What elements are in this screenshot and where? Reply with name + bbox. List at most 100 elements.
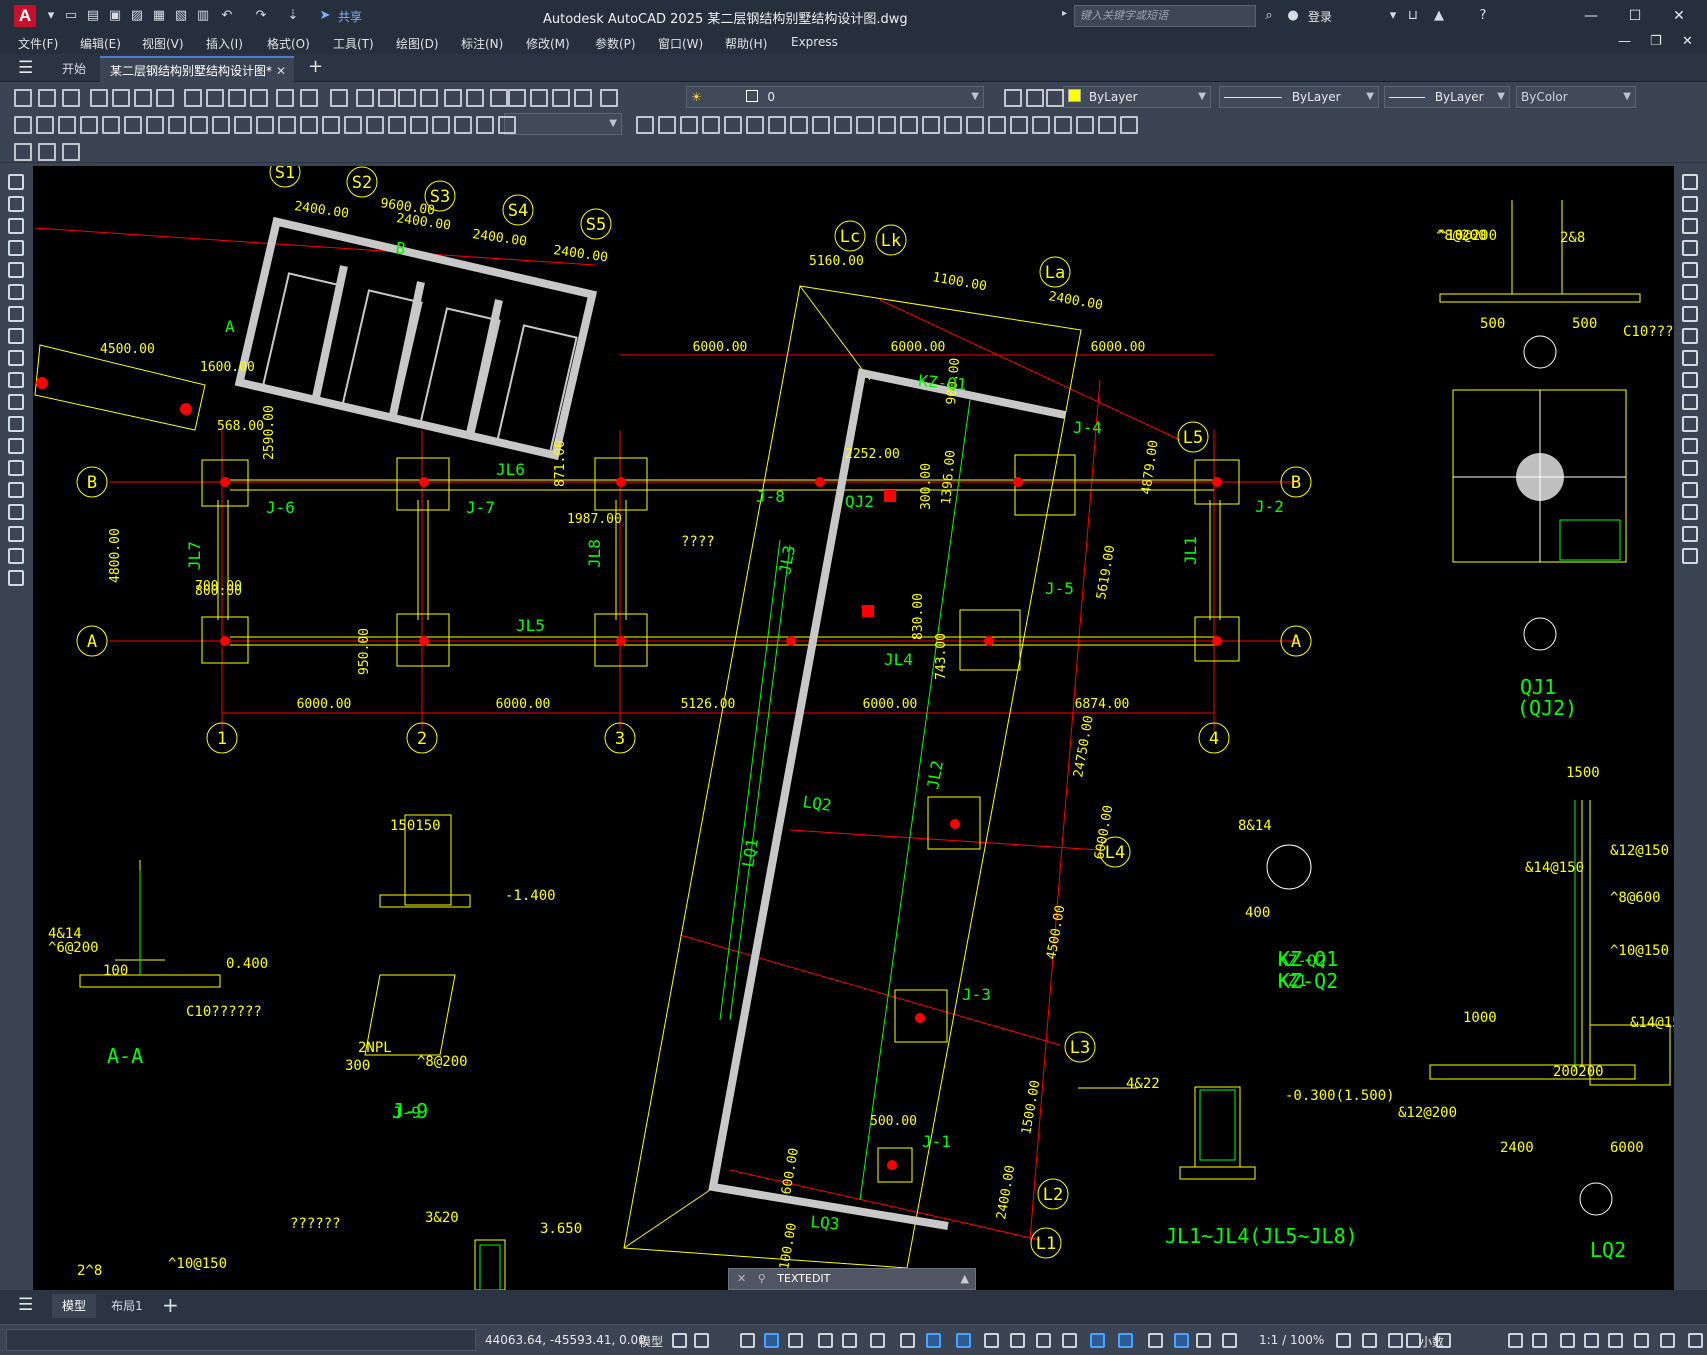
status-toggle-icon-20[interactable] [1196,1333,1211,1348]
draw-tool-icon-13[interactable] [8,438,24,454]
maximize-button[interactable]: ☐ [1622,4,1648,28]
dimension-tool-icon-14[interactable] [300,116,318,134]
save-web-icon[interactable]: ▧ [172,7,190,25]
status-toggle-icon-22[interactable] [1336,1333,1351,1348]
draw-tool-icon-2[interactable] [8,196,24,212]
solid-tool-icon-15[interactable] [944,116,962,134]
standard-tool-icon-23[interactable] [530,89,548,107]
solid-tool-icon-4[interactable] [702,116,720,134]
modify-tool-icon-4[interactable] [1682,240,1698,256]
toolbar-sheet-icon[interactable] [38,143,56,161]
dimension-tool-icon-19[interactable] [410,116,428,134]
modify-tool-icon-2[interactable] [1682,196,1698,212]
app-menu-chevron-icon[interactable]: ▾ [42,7,60,25]
standard-tool-icon-26[interactable] [600,89,618,107]
standard-tool-icon-19[interactable] [444,89,462,107]
toolbar-edit-icon[interactable] [14,143,32,161]
draw-tool-icon-8[interactable] [8,328,24,344]
draw-tool-icon-18[interactable] [8,548,24,564]
solid-tool-icon-13[interactable] [900,116,918,134]
tab-document[interactable]: 某二层钢结构别墅结构设计图* ✕ [100,56,294,82]
dimension-tool-icon-21[interactable] [454,116,472,134]
menu-modify[interactable]: 修改(M) [526,35,570,52]
new-tab-plus-icon[interactable]: + [308,56,323,77]
dimension-tool-icon-8[interactable] [168,116,186,134]
status-toggle-icon-31[interactable] [1608,1333,1623,1348]
status-toggle-icon-23[interactable] [1362,1333,1377,1348]
dimension-tool-icon-11[interactable] [234,116,252,134]
drawing-canvas[interactable]: S1 S2 S3 S4 S5 1 2 3 4 B B A A Lc Lk La L5 L4 L3 L2 L1 6000.0… [33,166,1674,1290]
status-toggle-icon-3[interactable] [740,1333,755,1348]
lineweight-dropdown[interactable]: ByLayer ▼ [1384,86,1510,108]
status-toggle-icon-18[interactable] [1148,1333,1163,1348]
solid-tool-icon-6[interactable] [746,116,764,134]
status-toggle-icon-21[interactable] [1222,1333,1237,1348]
modify-tool-icon-9[interactable] [1682,350,1698,366]
menu-tools[interactable]: 工具(T) [333,35,374,52]
toolbar-layers-icon[interactable] [62,143,80,161]
solid-tool-icon-18[interactable] [1010,116,1028,134]
store-cart-icon[interactable]: ⊔ [1404,7,1422,25]
draw-tool-icon-15[interactable] [8,482,24,498]
undo-icon[interactable]: ↶ [218,7,236,25]
dimension-tool-icon-10[interactable] [212,116,230,134]
standard-tool-icon-11[interactable] [250,89,268,107]
solid-tool-icon-11[interactable] [856,116,874,134]
layer-tool-icon-1[interactable] [1004,89,1022,107]
dimension-tool-icon-12[interactable] [256,116,274,134]
status-toggle-icon-9[interactable] [900,1333,915,1348]
draw-tool-icon-5[interactable] [8,262,24,278]
cad-drawing[interactable]: S1 S2S3S4S51 2 3 4B BA ALc LkLaL5L4L3L2L16000.0… [33,166,1674,1290]
menu-edit[interactable]: 编辑(E) [80,35,121,52]
status-toggle-icon-17[interactable] [1118,1333,1133,1348]
search-arrow-icon[interactable]: ▸ [1062,8,1067,19]
status-toggle-icon-24[interactable] [1388,1333,1403,1348]
draw-tool-icon-19[interactable] [8,570,24,586]
status-toggle-icon-1[interactable] [672,1333,687,1348]
doc-restore-button[interactable]: ❐ [1650,34,1662,49]
menu-window[interactable]: 窗口(W) [658,35,703,52]
standard-tool-icon-25[interactable] [574,89,592,107]
standard-tool-icon-24[interactable] [552,89,570,107]
modify-tool-icon-1[interactable] [1682,174,1698,190]
draw-tool-icon-1[interactable] [8,174,24,190]
redo-icon[interactable]: ↷ [252,7,270,25]
solid-tool-icon-20[interactable] [1054,116,1072,134]
layer-tool-icon-2[interactable] [1026,89,1044,107]
status-toggle-icon-2[interactable] [694,1333,709,1348]
standard-tool-icon-8[interactable] [184,89,202,107]
status-toggle-icon-25[interactable] [1406,1333,1421,1348]
status-toggle-icon-13[interactable] [1010,1333,1025,1348]
modify-tool-icon-12[interactable] [1682,416,1698,432]
modify-tool-icon-17[interactable] [1682,526,1698,542]
status-toggle-icon-28[interactable] [1532,1333,1547,1348]
solid-tool-icon-2[interactable] [658,116,676,134]
status-toggle-icon-11[interactable] [956,1333,971,1348]
draw-tool-icon-17[interactable] [8,526,24,542]
draw-tool-icon-16[interactable] [8,504,24,520]
menu-insert[interactable]: 插入(I) [206,35,243,52]
dimension-tool-icon-5[interactable] [102,116,120,134]
menu-format[interactable]: 格式(O) [267,35,310,52]
draw-tool-icon-3[interactable] [8,218,24,234]
search-input[interactable]: 键入关键字或短语 [1074,5,1256,27]
standard-tool-icon-20[interactable] [466,89,484,107]
draw-tool-icon-12[interactable] [8,416,24,432]
layer-dropdown[interactable]: ☀ 0 ▼ [686,86,984,108]
status-toggle-icon-29[interactable] [1560,1333,1575,1348]
standard-tool-icon-13[interactable] [300,89,318,107]
status-toggle-icon-8[interactable] [870,1333,885,1348]
close-command-icon[interactable]: ✕ [737,1272,746,1285]
status-toggle-icon-27[interactable] [1508,1333,1523,1348]
solid-tool-icon-7[interactable] [768,116,786,134]
solid-tool-icon-22[interactable] [1098,116,1116,134]
status-toggle-icon-19[interactable] [1174,1333,1189,1348]
dimension-tool-icon-1[interactable] [14,116,32,134]
dimension-tool-icon-15[interactable] [322,116,340,134]
menu-dimension[interactable]: 标注(N) [461,35,503,52]
modify-tool-icon-16[interactable] [1682,504,1698,520]
modify-tool-icon-6[interactable] [1682,284,1698,300]
menu-express[interactable]: Express [791,35,838,49]
status-toggle-icon-6[interactable] [818,1333,833,1348]
linetype-dropdown[interactable]: ByLayer ▼ [1219,86,1379,108]
